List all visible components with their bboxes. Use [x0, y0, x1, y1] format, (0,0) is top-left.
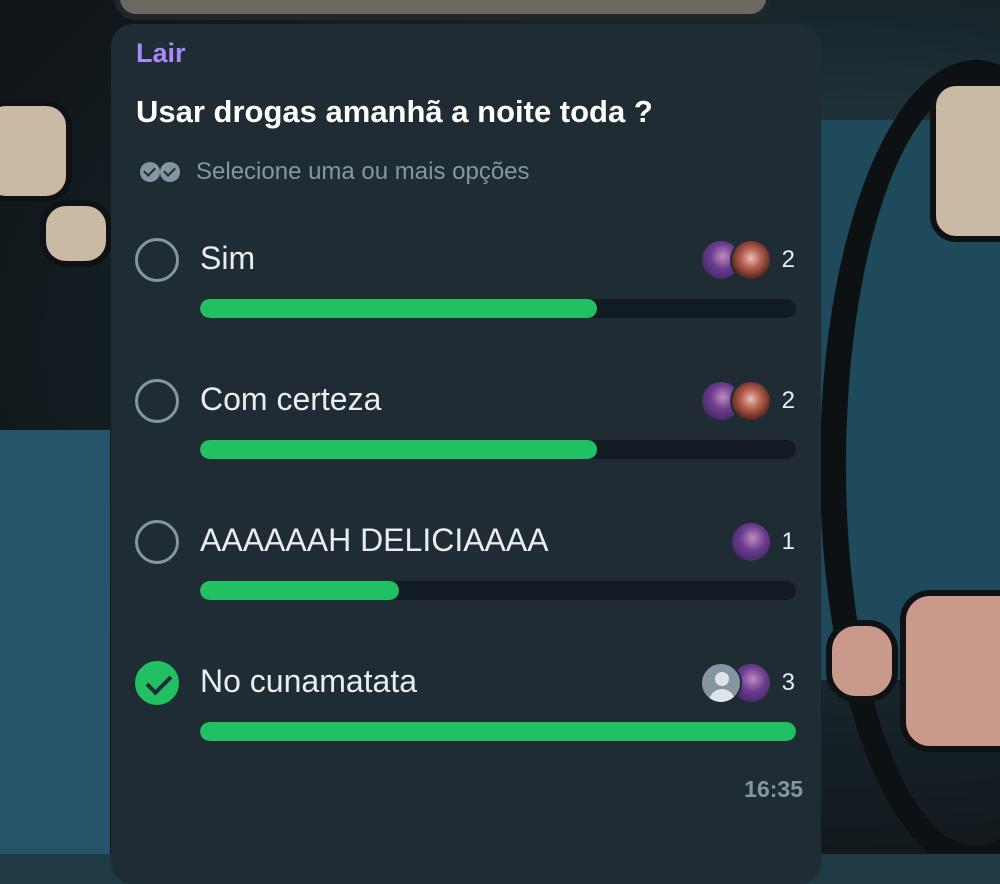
- poll-message-bubble[interactable]: Lair Usar drogas amanhã a noite toda ? S…: [111, 24, 821, 884]
- poll-option-label: Sim: [200, 240, 256, 276]
- poll-option-progress-track: [200, 440, 796, 459]
- poll-option-voters[interactable]: 2: [699, 236, 795, 284]
- sender-name[interactable]: Lair: [136, 38, 186, 69]
- poll-option-voters[interactable]: 1: [729, 518, 795, 566]
- poll-option-progress-fill: [200, 581, 399, 600]
- poll-option-progress-fill: [200, 440, 598, 459]
- radio-empty-icon[interactable]: [135, 238, 179, 282]
- radio-empty-icon[interactable]: [135, 379, 179, 423]
- voter-avatar: [729, 521, 772, 563]
- message-time: 16:35: [744, 776, 803, 802]
- radio-empty-icon[interactable]: [135, 520, 179, 564]
- poll-question: Usar drogas amanhã a noite toda ?: [136, 94, 653, 129]
- previous-message-bubble: [114, 0, 772, 20]
- poll-option-vote-count: 2: [781, 246, 795, 273]
- poll-option-progress-track: [200, 581, 796, 600]
- poll-option[interactable]: AAAAAAH DELICIAAAA 1: [111, 520, 821, 640]
- poll-option-label: Com certeza: [200, 381, 382, 417]
- double-check-icon: [140, 160, 184, 184]
- poll-option-vote-count: 2: [781, 387, 795, 414]
- poll-option[interactable]: No cunamatata 3: [111, 661, 821, 781]
- poll-option-voters[interactable]: 2: [699, 377, 795, 425]
- poll-option-progress-track: [200, 722, 796, 741]
- poll-option-progress-fill: [200, 299, 598, 318]
- poll-hint: Selecione uma ou mais opções: [140, 158, 530, 186]
- poll-option-progress-fill: [200, 722, 796, 741]
- poll-option[interactable]: Com certeza 2: [111, 379, 821, 499]
- poll-option-label: No cunamatata: [200, 663, 418, 699]
- poll-option-voters[interactable]: 3: [699, 659, 795, 707]
- poll-option-vote-count: 3: [781, 669, 795, 696]
- poll-hint-text: Selecione uma ou mais opções: [196, 158, 530, 185]
- voter-avatar: [729, 239, 772, 281]
- poll-option[interactable]: Sim 2: [111, 238, 821, 358]
- default-avatar-icon: [699, 662, 742, 704]
- poll-option-progress-track: [200, 299, 796, 318]
- poll-option-vote-count: 1: [781, 528, 795, 555]
- voter-avatar: [729, 380, 772, 422]
- poll-option-label: AAAAAAH DELICIAAAA: [200, 522, 549, 558]
- check-circle-icon[interactable]: [135, 661, 179, 705]
